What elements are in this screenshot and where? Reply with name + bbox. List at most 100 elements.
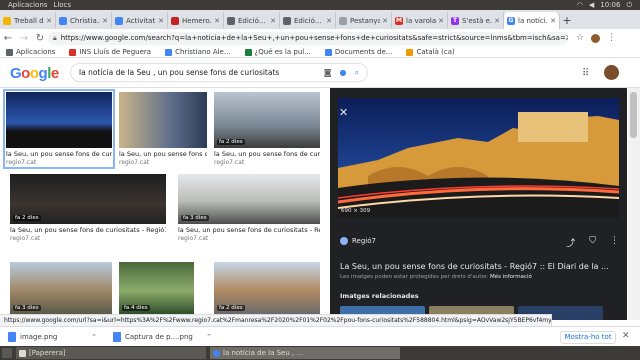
chevron-up-icon[interactable]: ⌃ — [91, 333, 97, 341]
browser-tab[interactable]: Gla notíci...✕ — [504, 12, 560, 29]
browser-tab[interactable]: Treball d...✕ — [0, 12, 56, 29]
google-apps-icon[interactable]: ⠿ — [582, 68, 589, 79]
result-thumbnail[interactable]: fa 2 dies — [214, 262, 320, 314]
search-box[interactable]: la notícia de la Seu , un pou sense fons… — [70, 63, 368, 82]
image-result-card[interactable]: fa 3 dies la Seu, un pou sense fons de cu… — [178, 174, 320, 242]
panel-actions: ⤴ ⛉ ⋮ — [566, 236, 619, 249]
os-places-menu[interactable]: Llocs — [53, 1, 71, 9]
bookmark-favicon-icon — [69, 48, 77, 56]
tab-close-icon[interactable]: ✕ — [270, 17, 276, 25]
share-icon[interactable]: ⤴ — [566, 236, 575, 249]
search-icon[interactable]: ⌕ — [355, 68, 359, 78]
show-all-downloads-button[interactable]: Mostra-ho tot — [560, 331, 616, 344]
bookmark-item[interactable]: Documents de... — [324, 48, 393, 56]
result-title[interactable]: la Seu, un pou sense fons de curiositats — [6, 150, 112, 158]
new-tab-icon[interactable]: + — [560, 12, 574, 29]
camera-icon[interactable]: ◙ — [324, 68, 332, 77]
reload-icon[interactable]: ↻ — [32, 33, 48, 44]
tab-close-icon[interactable]: ✕ — [326, 17, 332, 25]
bookmark-item[interactable]: ¿Qué es la pul... — [244, 48, 311, 56]
download-item[interactable]: image.png ⌃ — [0, 331, 105, 342]
show-desktop-icon[interactable] — [2, 348, 12, 358]
bookmark-item[interactable]: Aplicacions — [6, 48, 55, 56]
result-thumbnail[interactable]: fa 3 dies — [178, 174, 320, 224]
tab-close-icon[interactable]: ✕ — [550, 17, 556, 25]
image-result-card[interactable]: la Seu, un pou sense fons de curiositats… — [119, 92, 207, 166]
result-age-badge: fa 3 dies — [181, 215, 209, 221]
tab-close-icon[interactable]: ✕ — [438, 17, 444, 25]
image-result-card[interactable]: fa 2 dies la Seu, un pou sense fons de cu… — [214, 92, 320, 166]
more-info-link[interactable]: Més informació — [490, 274, 532, 280]
tab-close-icon[interactable]: ✕ — [46, 17, 52, 25]
tab-favicon-icon — [283, 16, 291, 25]
tab-favicon-icon — [339, 16, 347, 25]
os-clock[interactable]: 10:06 — [600, 1, 620, 9]
result-thumbnail[interactable]: fa 4 dies — [119, 262, 194, 314]
bookmarks-bar: Aplicacions INS Lluís de Peguera Christian… — [0, 47, 640, 58]
browser-tab[interactable]: Edició... ✕ — [280, 12, 336, 29]
bookmark-star-icon[interactable]: ☆ — [576, 33, 584, 43]
bookmark-item[interactable]: Christiano Ale... — [165, 48, 231, 56]
preview-title-link[interactable]: La Seu, un pou sense fons de curiositats… — [340, 262, 620, 271]
file-icon — [8, 331, 16, 342]
google-logo[interactable]: Google — [10, 65, 59, 82]
wifi-icon[interactable]: ◠ — [577, 1, 583, 9]
tab-label: la notíci... — [518, 16, 548, 25]
browser-tab[interactable]: Edició... ✕ — [224, 12, 280, 29]
forward-icon[interactable]: → — [16, 33, 32, 44]
browser-menu-icon[interactable]: ⋮ — [607, 33, 616, 43]
bookmark-item[interactable]: Català (ca) — [406, 48, 455, 56]
chevron-up-icon[interactable]: ⌃ — [206, 333, 212, 341]
save-bookmark-icon[interactable]: ⛉ — [589, 236, 596, 249]
preview-image[interactable] — [338, 98, 619, 218]
search-query[interactable]: la notícia de la Seu , un pou sense fons… — [79, 68, 316, 77]
tab-favicon-icon — [59, 16, 67, 25]
tab-label: Pestanya n... — [350, 16, 381, 25]
result-title[interactable]: la Seu, un pou sense fons de curiositats… — [178, 226, 320, 234]
taskbar-item-trash[interactable]: [Paperera] — [16, 347, 206, 359]
tab-close-icon[interactable]: ✕ — [494, 17, 500, 25]
result-thumbnail[interactable] — [119, 92, 207, 148]
browser-tab[interactable]: Hemero...✕ — [168, 12, 224, 29]
image-result-card[interactable]: fa 3 dies — [10, 262, 112, 317]
browser-tab[interactable]: Activitat...✕ — [112, 12, 168, 29]
close-downloads-icon[interactable]: ✕ — [622, 331, 630, 341]
scrollbar-thumb[interactable] — [630, 92, 637, 138]
tab-close-icon[interactable]: ✕ — [214, 17, 220, 25]
downloads-bar: image.png ⌃ Captura de p....png ⌃ Mostra… — [0, 326, 640, 346]
download-item[interactable]: Captura de p....png ⌃ — [105, 331, 220, 342]
os-applications-menu[interactable]: Aplicacions — [8, 1, 47, 9]
mic-icon[interactable]: ● — [340, 68, 347, 77]
result-thumbnail[interactable]: fa 2 dies — [10, 174, 166, 224]
result-age-badge: fa 2 dies — [217, 305, 245, 311]
more-options-icon[interactable]: ⋮ — [610, 236, 619, 249]
address-bar[interactable]: 🔒︎ https://www.google.com/search?q=la+no… — [48, 31, 568, 45]
image-result-card[interactable]: la Seu, un pou sense fons de curiositats… — [3, 89, 115, 169]
bookmark-item[interactable]: INS Lluís de Peguera — [69, 48, 151, 56]
result-thumbnail[interactable]: fa 2 dies — [214, 92, 320, 148]
result-title[interactable]: la Seu, un pou sense fons de curiositats… — [214, 150, 320, 158]
result-thumbnail[interactable] — [6, 92, 112, 148]
tab-close-icon[interactable]: ✕ — [102, 17, 108, 25]
source-chip[interactable]: Regió7 — [340, 237, 376, 245]
tab-close-icon[interactable]: ✕ — [158, 17, 164, 25]
volume-icon[interactable]: ◀ — [589, 1, 594, 9]
result-thumbnail[interactable]: fa 3 dies — [10, 262, 112, 314]
browser-tab[interactable]: Pestanya n...✕ — [336, 12, 392, 29]
taskbar-item-browser[interactable]: la notícia de la Seu , ... — [210, 347, 400, 359]
profile-avatar[interactable] — [590, 32, 602, 44]
close-panel-icon[interactable]: ✕ — [339, 106, 348, 119]
image-result-card[interactable]: fa 2 dies la Seu, un pou sense fons de cu… — [10, 174, 166, 242]
browser-tab[interactable]: TS'està e...✕ — [448, 12, 504, 29]
image-result-card[interactable]: fa 2 dies — [214, 262, 320, 317]
back-icon[interactable]: ← — [0, 33, 16, 44]
power-icon[interactable]: ⏻ — [626, 1, 632, 10]
google-account-avatar[interactable] — [604, 65, 619, 80]
tab-close-icon[interactable]: ✕ — [382, 17, 388, 25]
result-title[interactable]: la Seu, un pou sense fons de curiositats… — [10, 226, 166, 234]
image-result-card[interactable]: fa 4 dies — [119, 262, 194, 317]
browser-tab[interactable]: Christia... ✕ — [56, 12, 112, 29]
bookmark-label: Documents de... — [334, 48, 393, 56]
browser-tab[interactable]: Mla varola...✕ — [392, 12, 448, 29]
result-title[interactable]: la Seu, un pou sense fons de curiositats… — [119, 150, 207, 158]
